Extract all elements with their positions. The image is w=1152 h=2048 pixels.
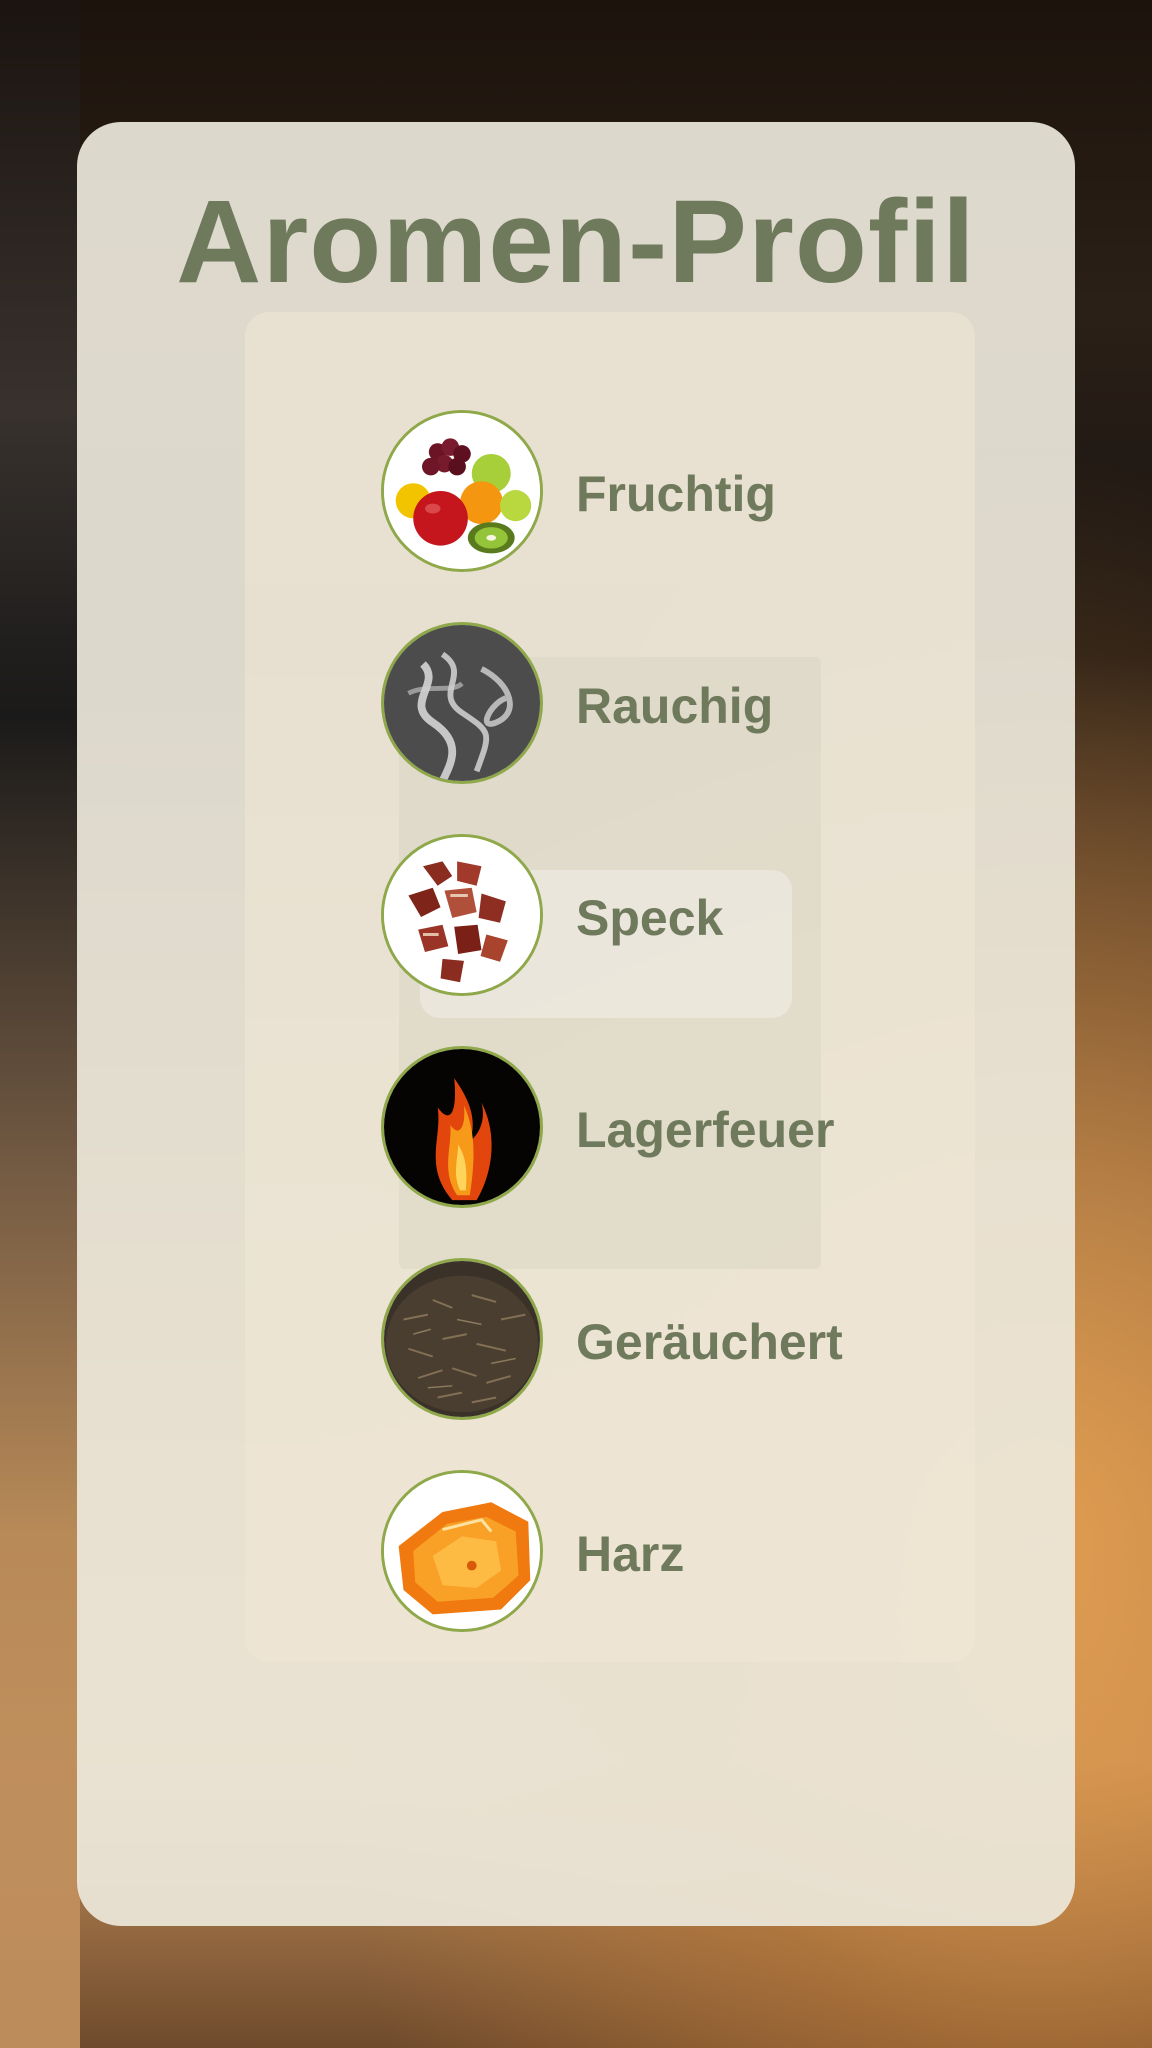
aroma-profile-card: Aromen-Profil Fruchtig Rauchig Speck Lag… <box>77 122 1075 1926</box>
fruit-icon <box>381 410 543 572</box>
resin-icon <box>381 1470 543 1632</box>
aroma-label-rauchig: Rauchig <box>576 678 774 734</box>
aroma-label-speck: Speck <box>576 890 724 946</box>
aroma-label-harz: Harz <box>576 1526 685 1582</box>
aroma-item-geraeuchert: Geräuchert <box>381 1258 901 1426</box>
campfire-icon <box>381 1046 543 1208</box>
aroma-item-lagerfeuer: Lagerfeuer <box>381 1046 901 1214</box>
bacon-icon <box>381 834 543 996</box>
smoked-tea-icon <box>381 1258 543 1420</box>
aroma-label-geraeuchert: Geräuchert <box>576 1314 843 1370</box>
aroma-item-rauchig: Rauchig <box>381 622 901 790</box>
aroma-item-harz: Harz <box>381 1470 901 1638</box>
aroma-item-speck: Speck <box>381 834 901 1002</box>
smoke-icon <box>381 622 543 784</box>
background-left-edge <box>0 0 80 2048</box>
aroma-item-fruchtig: Fruchtig <box>381 410 901 578</box>
page-title: Aromen-Profil <box>176 176 976 308</box>
aroma-label-fruchtig: Fruchtig <box>576 466 776 522</box>
aroma-label-lagerfeuer: Lagerfeuer <box>576 1102 835 1158</box>
